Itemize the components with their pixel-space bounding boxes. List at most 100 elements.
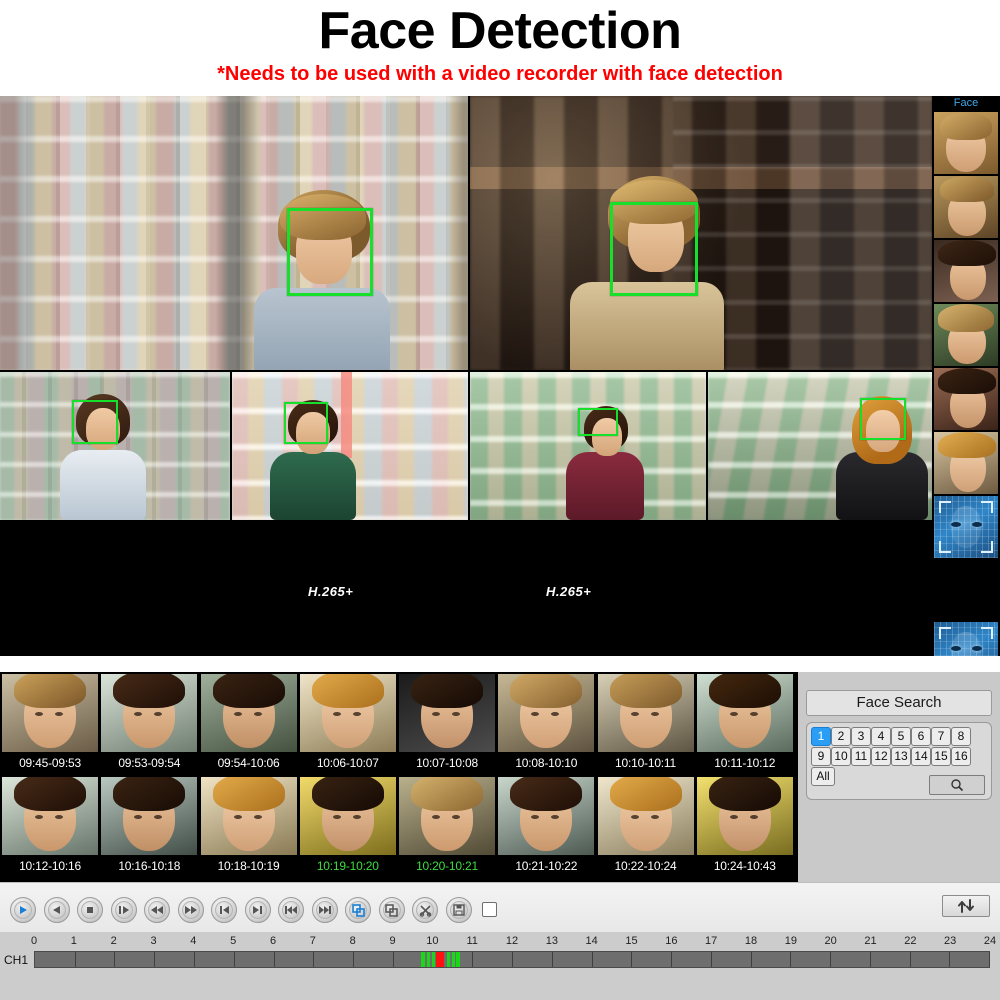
thumb-eye-right	[452, 712, 460, 716]
face-thumbnail-image	[101, 674, 198, 752]
timeline-gridline	[233, 952, 235, 967]
face-capture-item-1[interactable]	[934, 112, 998, 174]
timeline-gridline	[313, 952, 315, 967]
play-button[interactable]	[10, 897, 36, 923]
face-thumbnail-item[interactable]: 10:18-10:19	[200, 777, 297, 877]
channel-button-5[interactable]: 5	[891, 727, 911, 746]
fast-forward-button[interactable]	[177, 897, 204, 923]
search-button[interactable]	[929, 775, 985, 795]
clip-button[interactable]	[378, 897, 405, 923]
next-file-button[interactable]	[311, 897, 338, 923]
previous-frame-button[interactable]	[211, 897, 237, 923]
timeline-tick-15: 15	[625, 935, 638, 947]
video-cell-channel-2[interactable]: H.265+	[470, 96, 932, 370]
face-capture-item-6[interactable]	[934, 432, 998, 494]
channel-swap-button[interactable]	[942, 895, 990, 917]
timeline-tick-11: 11	[466, 935, 478, 947]
video-cell-channel-1[interactable]: H.265+	[0, 96, 468, 370]
face-thumbnail-item[interactable]: 10:10-10:11	[597, 674, 694, 774]
channel-button-15[interactable]: 15	[931, 747, 951, 766]
channel-button-1[interactable]: 1	[811, 727, 831, 746]
video-cell-channel-4[interactable]	[232, 372, 468, 520]
channel-button-7[interactable]: 7	[931, 727, 951, 746]
face-thumbnail-item[interactable]: 10:22-10:24	[597, 777, 694, 877]
channel-button-2[interactable]: 2	[831, 727, 851, 746]
video-cell-channel-6[interactable]	[708, 372, 932, 520]
slow-forward-button[interactable]	[110, 897, 137, 923]
channel-button-3[interactable]: 3	[851, 727, 871, 746]
channel-button-10[interactable]: 10	[831, 747, 851, 766]
reverse-play-button[interactable]	[43, 897, 70, 923]
face-scan-item-1[interactable]	[934, 496, 998, 558]
face-thumbnail-item[interactable]: 10:12-10:16	[2, 777, 98, 877]
channel-button-all[interactable]: All	[811, 767, 835, 786]
timeline-segment-normal-record[interactable]	[426, 952, 431, 967]
timeline-segment-normal-record[interactable]	[456, 952, 461, 967]
channel-button-6[interactable]: 6	[911, 727, 931, 746]
face-search-title: Face Search	[806, 690, 992, 716]
timeline-track-ch1[interactable]	[34, 951, 990, 968]
thumb-eye-left	[630, 815, 639, 819]
timeline-tick-2: 2	[110, 935, 117, 947]
timeline-tick-21: 21	[864, 935, 877, 947]
timeline-segment-alarm-record[interactable]	[436, 952, 445, 967]
timeline-gridline	[154, 952, 156, 967]
face-capture-item-4[interactable]	[934, 304, 998, 366]
video-cell-channel-5[interactable]	[470, 372, 706, 520]
face-thumbnail-image	[2, 674, 98, 752]
face-thumbnail-item[interactable]: 10:19-10:20	[299, 777, 396, 877]
rewind-button[interactable]	[144, 897, 170, 923]
face-thumbnail-item[interactable]: 10:21-10:22	[498, 777, 595, 877]
timeline-segment-normal-record[interactable]	[421, 952, 426, 967]
thumb-eye-right	[253, 712, 262, 716]
channel-button-11[interactable]: 11	[851, 747, 871, 766]
timeline-tick-14: 14	[585, 935, 598, 947]
timeline-segment-normal-record[interactable]	[431, 952, 435, 967]
video-cell-channel-3[interactable]	[0, 372, 230, 520]
magnifier-icon	[951, 779, 964, 791]
next-frame-button[interactable]	[244, 897, 271, 923]
face-thumbnail-item[interactable]: 09:45-09:53	[2, 674, 98, 774]
channel-button-4[interactable]: 4	[871, 727, 891, 746]
face-thumbnail-item[interactable]: 09:53-09:54	[101, 674, 198, 774]
face-capture-item-3[interactable]	[934, 240, 998, 302]
channel-button-14[interactable]: 14	[911, 747, 931, 766]
stop-button[interactable]	[77, 897, 103, 923]
scan-bracket-bl	[939, 541, 951, 553]
face-thumbnail-item[interactable]: 10:06-10:07	[299, 674, 396, 774]
face-thumbnail-item[interactable]: 10:08-10:10	[498, 674, 595, 774]
face-thumbnail-image	[696, 777, 793, 855]
channel-button-13[interactable]: 13	[891, 747, 911, 766]
face-thumbnail-item[interactable]: 10:11-10:12	[696, 674, 793, 774]
face-thumbnail-item[interactable]: 10:20-10:21	[399, 777, 495, 877]
channel-button-9[interactable]: 9	[811, 747, 831, 766]
timeline-tick-22: 22	[904, 935, 917, 947]
timeline-segment-normal-record[interactable]	[451, 952, 455, 967]
save-button[interactable]	[445, 897, 472, 923]
face-capture-item-5[interactable]	[934, 368, 998, 430]
face-detection-box	[578, 408, 618, 436]
previous-file-button[interactable]	[278, 897, 304, 923]
face-thumbnail-item[interactable]: 09:54-10:06	[200, 674, 297, 774]
timeline-gridline	[551, 952, 553, 967]
recording-timeline: 0 1 2 3 4 5 6 7 8 9 10 11 12 13 14 15 16 17 18 19 20 21 22 23 24…	[0, 932, 1000, 1000]
face-thumbnail-timestamp: 10:12-10:16	[2, 855, 98, 877]
cut-button[interactable]	[412, 897, 438, 923]
face-thumbnail-item[interactable]: 10:24-10:43	[696, 777, 793, 877]
timeline-tick-8: 8	[349, 935, 356, 947]
thumb-eye-left	[729, 815, 738, 819]
scan-eye-left	[951, 646, 961, 651]
fullscreen-checkbox[interactable]	[482, 902, 497, 917]
channel-button-8[interactable]: 8	[951, 727, 971, 746]
prev-frame-icon	[215, 901, 233, 919]
channel-button-16[interactable]: 16	[951, 747, 971, 766]
thumb-hair	[113, 777, 186, 811]
face-capture-item-2[interactable]	[934, 176, 998, 238]
digital-zoom-button[interactable]	[345, 897, 371, 923]
channel-button-12[interactable]: 12	[871, 747, 891, 766]
timeline-segment-normal-record[interactable]	[446, 952, 450, 967]
face-thumbnail-item[interactable]: 10:16-10:18	[101, 777, 198, 877]
thumb-eye-left	[35, 815, 43, 819]
zoom-region-icon	[349, 901, 367, 919]
face-thumbnail-item[interactable]: 10:07-10:08	[399, 674, 495, 774]
